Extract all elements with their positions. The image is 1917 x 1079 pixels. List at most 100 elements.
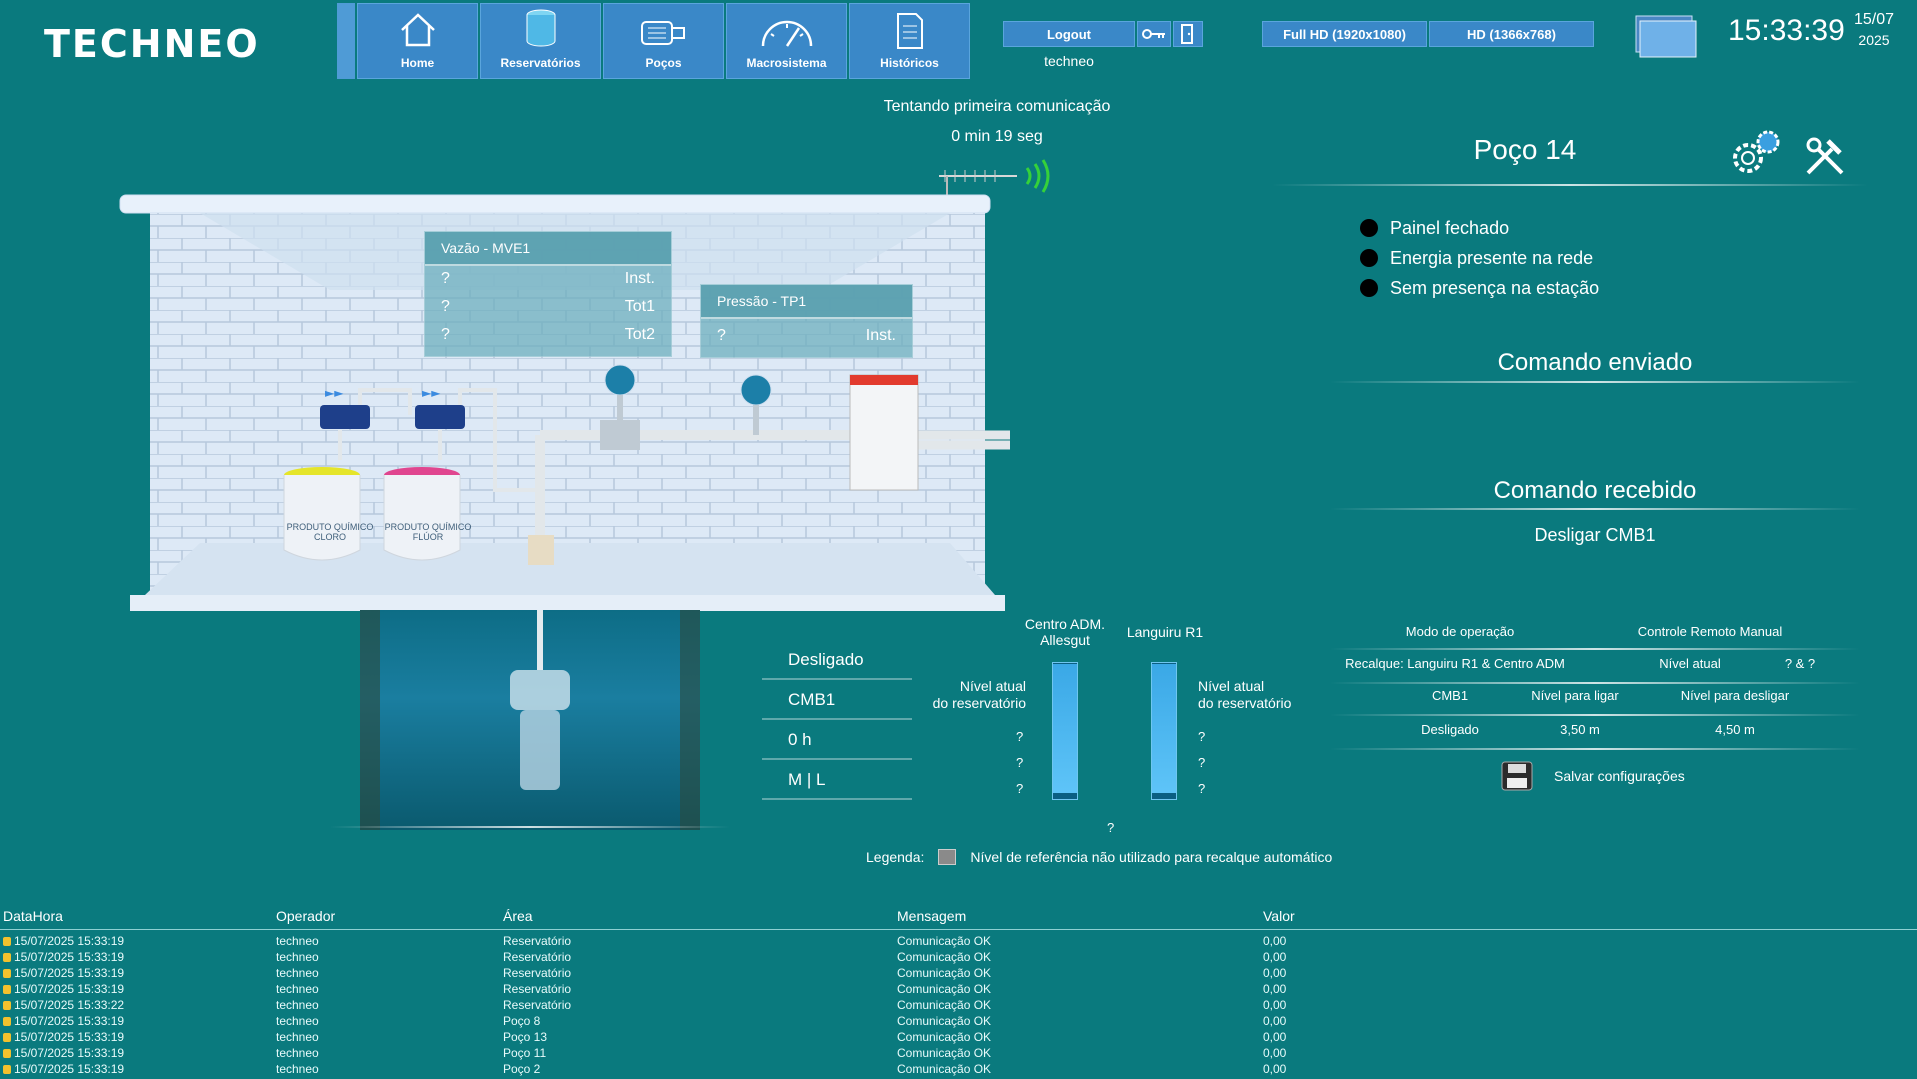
event-operador: techneo [276,1062,319,1076]
pump-hours: 0 h [762,720,912,760]
event-col-valor[interactable]: Valor [1263,908,1295,924]
nav-reservoirs-button[interactable]: Reservatórios [480,3,601,79]
config-divider [1330,648,1860,650]
config-on-level-label: Nível para ligar [1531,688,1619,703]
settings-button[interactable] [1726,128,1784,185]
event-valor: 0,00 [1263,982,1286,996]
event-operador-text: techneo [276,998,319,1012]
config-off-level-value[interactable]: 4,50 m [1680,722,1790,737]
event-valor: 0,00 [1263,998,1286,1012]
event-row[interactable]: 15/07/2025 15:33:19 techneo Poço 11 Comunic… [0,1046,1917,1062]
event-datahora-text: 15/07/2025 15:33:19 [14,982,125,996]
event-mensagem: Comunicação OK [897,934,991,948]
config-row-recalque: Recalque: Languiru R1 & Centro ADM Nível… [1330,656,1860,682]
reservoir-left-value: ? [1016,781,1024,796]
window-toggle-button[interactable] [1634,14,1698,63]
event-datahora-text: 15/07/2025 15:33:19 [14,934,125,948]
event-valor-text: 0,00 [1263,934,1287,948]
tools-icon [1806,137,1844,175]
command-sent-title: Comando enviado [1497,349,1693,376]
key-icon [1142,29,1165,39]
nav-wells-button[interactable]: Poços [603,3,724,79]
event-row[interactable]: 15/07/2025 15:33:19 techneo Poço 2 Comunica… [0,1062,1917,1078]
event-row[interactable]: 15/07/2025 15:33:19 techneo Reservatório Co… [0,934,1917,950]
event-valor: 0,00 [1263,1062,1286,1076]
reservoir-left-name-line1: Centro ADM. [1024,616,1106,632]
event-mensagem-text: Comunicação OK [897,1062,992,1076]
nav-home-button[interactable]: Home [357,3,478,79]
nav-history-button[interactable]: Históricos [849,3,970,79]
event-datahora-text: 15/07/2025 15:33:19 [14,1030,125,1044]
command-received-title: Comando recebido [1493,477,1697,504]
event-col-operador[interactable]: Operador [276,908,335,924]
event-datahora: 15/07/2025 15:33:19 [3,950,124,964]
event-lock-icon [3,953,11,962]
barrel-chlorine-label: PRODUTO QUÍMICO CLORO [286,522,374,542]
event-datahora: 15/07/2025 15:33:19 [3,982,124,996]
event-row[interactable]: 15/07/2025 15:33:19 techneo Poço 13 Comunic… [0,1030,1917,1046]
config-on-level-value[interactable]: 3,50 m [1530,722,1630,737]
event-area-text: Reservatório [503,950,572,964]
event-area: Reservatório [503,998,571,1012]
event-datahora-text: 15/07/2025 15:33:19 [14,966,125,980]
nav-reservoirs-label: Reservatórios [500,56,581,70]
event-area-text: Poço 11 [503,1046,547,1060]
event-valor-text: 0,00 [1263,1046,1287,1060]
resolution-fullhd-button[interactable]: Full HD (1920x1080) [1262,21,1427,47]
gauge-icon [761,20,812,47]
ground-line [330,826,730,828]
nav-home-label: Home [400,56,435,70]
alarm-item: Energia presente na rede [1360,243,1599,273]
flow-row: ? Tot1 [425,294,671,322]
reservoir-right-value: ? [1198,755,1206,770]
reservoir-right-level-fill [1152,664,1176,794]
reservoir-right-level-label-2: do reservatório [1198,695,1292,711]
resolution-hd-button[interactable]: HD (1366x768) [1429,21,1594,47]
event-datahora-text: 15/07/2025 15:33:19 [14,1046,125,1060]
event-valor: 0,00 [1263,1046,1286,1060]
config-mode-value[interactable]: Controle Remoto Manual [1590,624,1830,639]
exit-button[interactable] [1173,21,1203,47]
flow-row: ? Inst. [425,266,671,294]
reservoir-right-value: ? [1198,781,1206,796]
reservoir-right-name: Languiru R1 [1126,624,1204,640]
current-user: techneo [1044,53,1094,69]
event-mensagem-text: Comunicação OK [897,982,992,996]
flow-label: Tot2 [624,326,655,343]
nav-macrosystem-button[interactable]: Macrosistema [726,3,847,79]
event-valor-text: 0,00 [1263,966,1287,980]
config-pump-state: Desligado [1421,722,1479,737]
event-col-area[interactable]: Área [503,908,533,924]
event-mensagem: Comunicação OK [897,950,991,964]
clock-day-month: 15/07 [1853,11,1895,28]
save-config-button[interactable]: Salvar configurações [1500,760,1685,792]
maintenance-button[interactable] [1802,133,1848,184]
event-lock-icon [3,1065,11,1074]
event-row[interactable]: 15/07/2025 15:33:19 techneo Reservatório Co… [0,950,1917,966]
command-received-divider [1330,508,1860,510]
event-row[interactable]: 15/07/2025 15:33:22 techneo Reservatório Co… [0,998,1917,1014]
event-area-text: Reservatório [503,934,572,948]
legend-text: Nível de referência não utilizado para r… [970,849,1333,865]
event-col-mensagem[interactable]: Mensagem [897,908,966,924]
config-mode-label: Modo de operação [1405,624,1515,639]
event-row[interactable]: 15/07/2025 15:33:19 techneo Poço 8 Comunica… [0,1014,1917,1030]
nav-history-label: Históricos [880,56,939,70]
legend: Legenda: Nível de referência não utiliza… [866,849,1332,865]
event-row[interactable]: 15/07/2025 15:33:19 techneo Reservatório Co… [0,982,1917,998]
event-col-datahora[interactable]: DataHora [3,908,63,924]
event-operador: techneo [276,950,319,964]
reservoir-right-level-bar [1151,662,1177,800]
logout-button[interactable]: Logout [1003,21,1135,47]
config-divider [1330,714,1860,716]
event-operador: techneo [276,1014,319,1028]
change-password-button[interactable] [1137,21,1171,47]
reservoir-right-level-label-1: Nível atual [1198,678,1265,694]
event-mensagem: Comunicação OK [897,982,991,996]
alarm-label: Painel fechado [1390,217,1510,238]
pressure-row: ? Inst. [701,319,912,347]
event-row[interactable]: 15/07/2025 15:33:19 techneo Reservatório Co… [0,966,1917,982]
event-operador-text: techneo [276,982,319,996]
event-lock-icon [3,1033,11,1042]
event-area: Poço 8 [503,1014,540,1028]
